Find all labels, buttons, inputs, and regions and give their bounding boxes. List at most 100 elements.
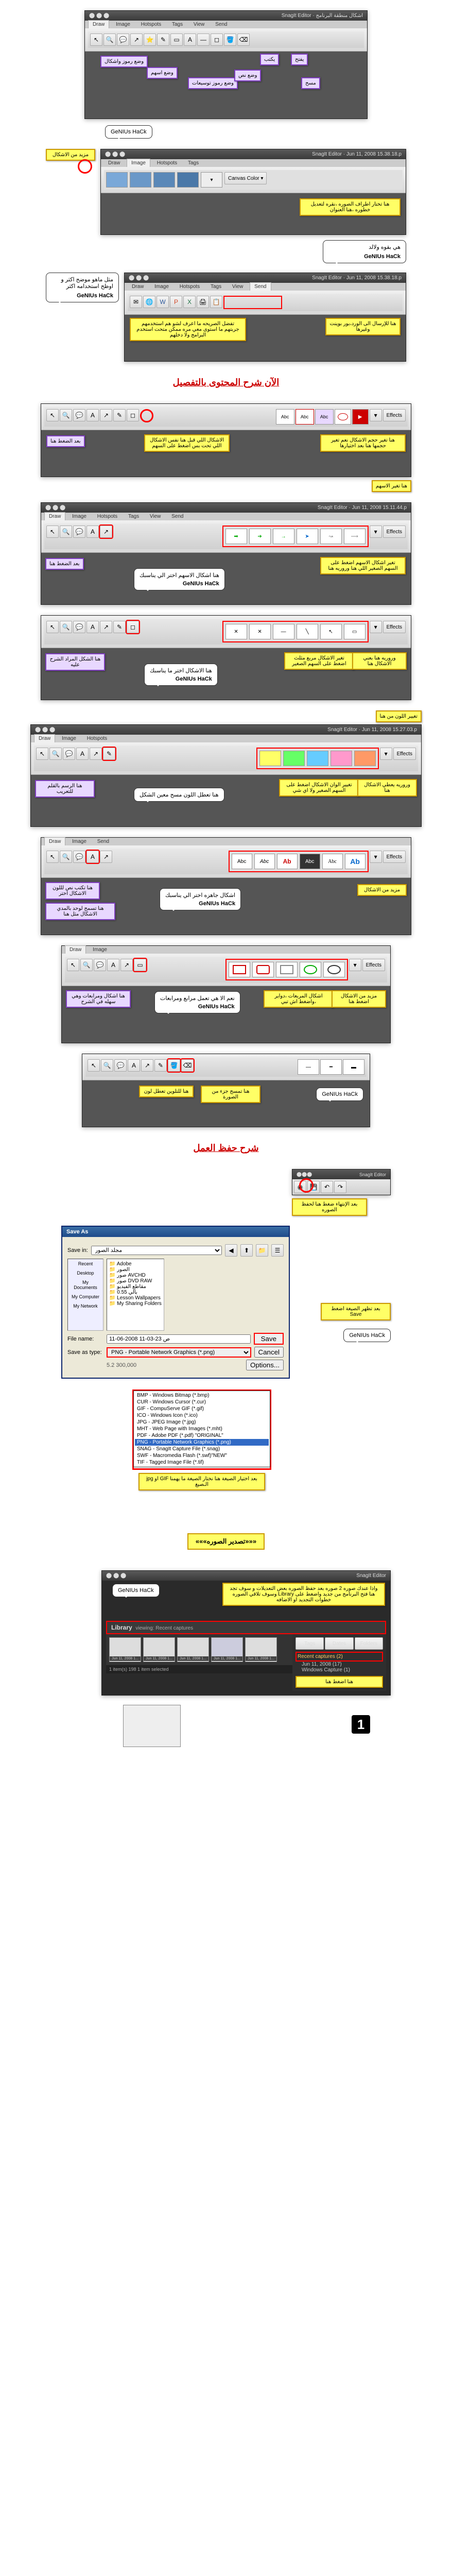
ta3[interactable]: 💬 (73, 526, 85, 538)
filetype-combo[interactable]: PNG - Portable Network Graphics (*.png) (107, 1347, 251, 1358)
t2[interactable]: 🔍 (60, 409, 72, 421)
tool-text[interactable]: A (184, 33, 196, 46)
sh2[interactable]: ✕ (249, 624, 271, 639)
ribbon-tabs[interactable]: Draw Image Hotspots Tags (101, 159, 406, 167)
txt1[interactable]: Abc (232, 854, 252, 869)
arrow-5[interactable]: ↝ (320, 529, 342, 544)
ta4[interactable]: A (86, 526, 99, 538)
edge-style-4[interactable] (177, 172, 199, 188)
style-abc-1[interactable]: Abc (276, 409, 294, 425)
txt3[interactable]: Ab (277, 854, 298, 869)
filter-tags[interactable]: Tags (295, 1637, 324, 1650)
sh3[interactable]: ― (273, 624, 294, 639)
library-tab[interactable]: Library (111, 1624, 132, 1631)
filter-folders[interactable]: Folders (355, 1637, 383, 1650)
thumb-2[interactable]: Jun 11, 2008 1... (143, 1637, 175, 1662)
edge-style-3[interactable] (153, 172, 175, 188)
arrow-2[interactable]: ➔ (249, 529, 271, 544)
t3[interactable]: 💬 (73, 409, 85, 421)
tab-hotspots[interactable]: Hotspots (137, 21, 165, 28)
thumb-1[interactable]: Jun 11, 2008 1... (109, 1637, 141, 1662)
arrow-3[interactable]: → (273, 529, 294, 544)
send-clip[interactable]: 📋 (210, 296, 222, 308)
tab-tags[interactable]: Tags (168, 21, 187, 28)
tool-pen[interactable]: ✎ (157, 33, 169, 46)
canvas-color-btn[interactable]: Canvas Color ▾ (224, 172, 267, 184)
t4[interactable]: A (86, 409, 99, 421)
style-arrowbox[interactable]: ▶ (352, 409, 369, 425)
tab-draw[interactable]: Draw (88, 20, 109, 28)
file-list[interactable]: 📁 Adobe 📁 الصور 📁 صور AVCHD 📁 صور DVD RA… (107, 1259, 164, 1331)
rect-tool[interactable]: ▭ (134, 959, 146, 971)
text-tool[interactable]: A (86, 851, 99, 863)
style-oval[interactable] (335, 409, 351, 425)
send-excel[interactable]: X (183, 296, 196, 308)
t1[interactable]: ↖ (46, 409, 59, 421)
recent-sub1[interactable]: Jun 11, 2008 (17) (295, 1662, 383, 1667)
nav-new[interactable]: 📁 (256, 1244, 268, 1257)
sh4[interactable]: ╲ (297, 624, 318, 639)
tab-view[interactable]: View (189, 21, 209, 28)
thumb-3[interactable]: Jun 11, 2008 1... (177, 1637, 209, 1662)
line1[interactable]: ― (298, 1059, 319, 1075)
send-word[interactable]: W (157, 296, 169, 308)
edge-style-1[interactable] (106, 172, 128, 188)
effects[interactable]: Effects (383, 526, 406, 538)
nav-up[interactable]: ⬆ (240, 1244, 253, 1257)
tool-callout[interactable]: 💬 (117, 33, 129, 46)
send-ppt[interactable]: P (170, 296, 182, 308)
rect-more[interactable]: ▾ (349, 959, 361, 971)
save-button[interactable]: Save (254, 1333, 284, 1345)
edge-style-more[interactable]: ▾ (201, 172, 222, 188)
ribbon-tabs[interactable]: Draw Image Hotspots Tags View Send (85, 21, 367, 28)
nav-back[interactable]: ◀ (225, 1244, 237, 1257)
filter-dates[interactable]: Dates (325, 1637, 353, 1650)
arrow-4[interactable]: ➤ (297, 529, 318, 544)
format-dropdown[interactable]: BMP - Windows Bitmap (*.bmp) CUR - Windo… (133, 1391, 270, 1467)
send-ftp[interactable]: 🌐 (143, 296, 155, 308)
colors-more[interactable]: ▾ (380, 748, 392, 760)
tab-image[interactable]: Image (112, 21, 134, 28)
style-abc-2[interactable]: Abc (295, 409, 314, 425)
savein-combo[interactable]: مجلد الصور (91, 1246, 222, 1255)
t5[interactable]: ↗ (100, 409, 112, 421)
r4[interactable] (300, 962, 321, 977)
r2[interactable] (252, 962, 274, 977)
thumb-4[interactable]: Jun 11, 2008 1... (211, 1637, 243, 1662)
cancel-button[interactable]: Cancel (254, 1347, 284, 1358)
tab-send[interactable]: Send (211, 21, 231, 28)
thumb-strip[interactable]: Jun 11, 2008 1... Jun 11, 2008 1... Jun … (106, 1634, 292, 1665)
arrow-1[interactable]: ➡ (225, 529, 247, 544)
sh5[interactable]: ↖ (320, 624, 342, 639)
txt2[interactable]: Abc (254, 854, 275, 869)
ta2[interactable]: 🔍 (60, 526, 72, 538)
color-yellow[interactable] (259, 751, 281, 766)
shapes-more[interactable]: ▾ (370, 621, 382, 633)
tool-stamp[interactable]: ⭐ (144, 33, 156, 46)
color-green[interactable] (283, 751, 305, 766)
thumb-5[interactable]: Jun 11, 2008 1... (245, 1637, 277, 1662)
tool-shape[interactable]: ◻ (211, 33, 223, 46)
tab-image-active[interactable]: Image (127, 159, 150, 167)
sh6[interactable]: ▭ (344, 624, 366, 639)
window-controls[interactable]: ⬤ ⬤ ⬤ (89, 13, 109, 19)
t7[interactable]: ◻ (127, 409, 139, 421)
tool-zoom[interactable]: 🔍 (103, 33, 116, 46)
line3[interactable]: ▬ (343, 1059, 364, 1075)
ta1[interactable]: ↖ (46, 526, 59, 538)
arrow-6[interactable]: ⟶ (344, 529, 366, 544)
erase-tool[interactable]: ⌫ (181, 1059, 194, 1072)
line2[interactable]: ━ (320, 1059, 342, 1075)
tool-highlight[interactable]: ▭ (170, 33, 183, 46)
effects-btn[interactable]: Effects (383, 409, 406, 421)
edge-style-2[interactable] (130, 172, 151, 188)
color-orange[interactable] (354, 751, 376, 766)
tool-select[interactable]: ↖ (90, 33, 102, 46)
recent-node[interactable]: Recent captures (2) (295, 1652, 383, 1662)
tool-fill[interactable]: 🪣 (224, 33, 236, 46)
arrows-more[interactable]: ▾ (370, 526, 382, 538)
pen-tool[interactable]: ✎ (103, 748, 115, 760)
txt5[interactable]: Abc (322, 854, 343, 869)
options-button[interactable]: Options... (246, 1360, 284, 1370)
r5[interactable] (323, 962, 345, 977)
